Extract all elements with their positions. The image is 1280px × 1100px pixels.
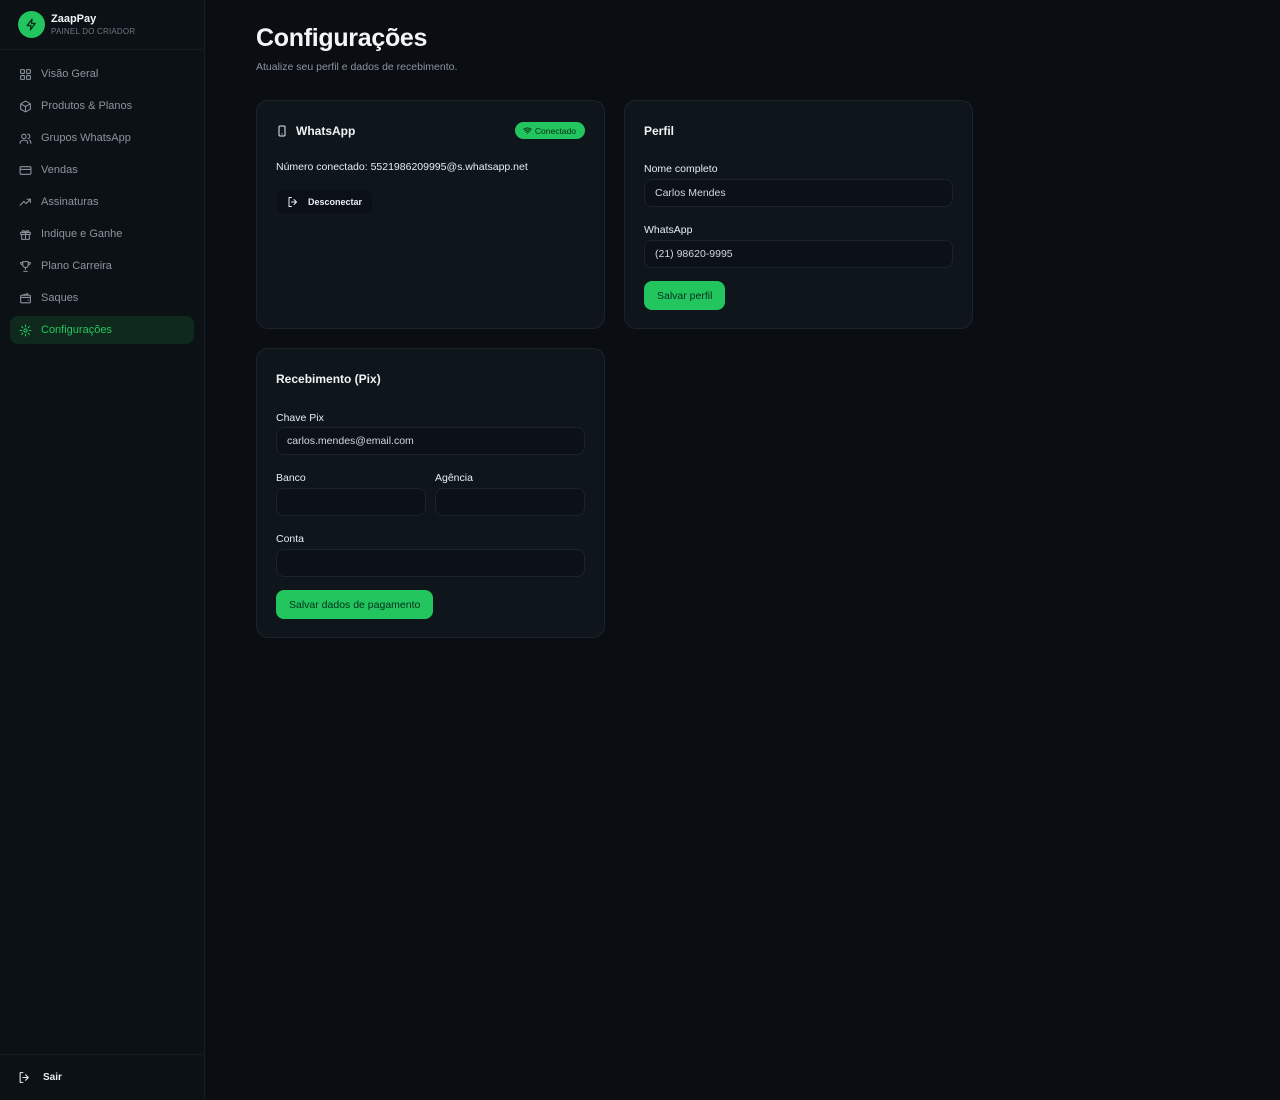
sidebar-item-produtos-planos[interactable]: Produtos & Planos: [10, 92, 194, 120]
pix-label: Chave Pix: [276, 412, 324, 424]
sidebar-item-label: Vendas: [41, 164, 78, 176]
trending-up-icon: [19, 198, 31, 206]
grid-icon: [20, 68, 31, 80]
smartphone-icon: [278, 125, 286, 137]
whatsapp-label: WhatsApp: [644, 224, 693, 236]
agency-label: Agência: [435, 472, 473, 484]
sidebar-item-label: Assinaturas: [41, 196, 99, 208]
connected-number-value: 5521986209995@s.whatsapp.net: [370, 161, 528, 173]
status-badge: Conectado: [514, 122, 585, 139]
sidebar-item-label: Indique e Ganhe: [41, 228, 123, 240]
logout-icon: [288, 196, 297, 207]
logout-button[interactable]: Sair: [0, 1054, 204, 1100]
account-field[interactable]: [276, 549, 585, 577]
users-icon: [19, 133, 32, 144]
gift-icon: [20, 229, 31, 240]
sidebar-item-indique-ganhe[interactable]: Indique e Ganhe: [10, 220, 194, 248]
wifi-icon: [523, 127, 532, 134]
account-label: Conta: [276, 533, 305, 545]
trophy-icon: [20, 260, 31, 272]
name-field[interactable]: [644, 179, 953, 207]
sidebar-item-vendas[interactable]: Vendas: [10, 156, 194, 184]
whatsapp-card: WhatsApp Conectado Número conectado: 552…: [256, 100, 605, 329]
sidebar-item-label: Saques: [41, 292, 79, 304]
whatsapp-card-title-text: WhatsApp: [296, 124, 356, 138]
bank-field[interactable]: [276, 488, 426, 516]
payment-card: Recebimento (Pix) Chave Pix Banco Agênci…: [256, 348, 605, 638]
logout-icon: [19, 1072, 29, 1083]
whatsapp-card-title: WhatsApp: [276, 124, 355, 138]
gear-icon: [19, 324, 32, 336]
sidebar-item-saques[interactable]: Saques: [10, 284, 194, 312]
brand[interactable]: ZaapPay PAINEL DO CRIADOR: [0, 0, 204, 50]
profile-card-title: Perfil: [644, 124, 675, 138]
disconnect-button[interactable]: Desconectar: [277, 190, 373, 213]
wallet-icon: [20, 292, 31, 303]
page-title: Configurações: [256, 24, 428, 52]
brand-subtitle: PAINEL DO CRIADOR: [51, 26, 136, 36]
status-badge-label: Conectado: [534, 125, 576, 136]
sidebar-item-label: Visão Geral: [41, 68, 99, 80]
credit-card-icon: [19, 165, 32, 175]
sidebar-item-label: Produtos & Planos: [41, 100, 133, 112]
whatsapp-field[interactable]: [644, 240, 953, 268]
save-profile-button[interactable]: Salvar perfil: [644, 281, 726, 310]
logout-label: Sair: [43, 1072, 62, 1083]
payment-card-title: Recebimento (Pix): [276, 372, 381, 386]
page-subtitle: Atualize seu perfil e dados de recebimen…: [256, 61, 458, 73]
sidebar-item-configuracoes[interactable]: Configurações: [10, 316, 194, 344]
brand-name: ZaapPay: [51, 12, 97, 25]
bank-label: Banco: [276, 472, 306, 484]
sidebar-item-assinaturas[interactable]: Assinaturas: [10, 188, 194, 216]
sidebar-item-label: Grupos WhatsApp: [41, 132, 131, 144]
sidebar-item-grupos-whatsapp[interactable]: Grupos WhatsApp: [10, 124, 194, 152]
lightning-icon: [18, 11, 45, 38]
sidebar-item-label: Configurações: [41, 324, 112, 336]
sidebar: ZaapPay PAINEL DO CRIADOR Visão Geral Pr…: [0, 0, 205, 1100]
profile-card: Perfil Nome completo WhatsApp Salvar per…: [624, 100, 973, 329]
sidebar-item-visao-geral[interactable]: Visão Geral: [10, 60, 194, 88]
sidebar-item-plano-carreira[interactable]: Plano Carreira: [10, 252, 194, 280]
pix-key-field[interactable]: [276, 427, 585, 455]
save-payment-button[interactable]: Salvar dados de pagamento: [276, 590, 434, 619]
agency-field[interactable]: [435, 488, 585, 516]
connected-number-text: Número conectado: 5521986209995@s.whatsa…: [276, 161, 528, 173]
name-label: Nome completo: [644, 163, 718, 175]
sidebar-item-label: Plano Carreira: [41, 260, 112, 272]
disconnect-label: Desconectar: [308, 196, 363, 207]
sidebar-nav: Visão Geral Produtos & Planos Grupos Wha…: [0, 50, 204, 344]
package-icon: [20, 100, 31, 112]
connected-number-label: Número conectado:: [276, 161, 368, 173]
